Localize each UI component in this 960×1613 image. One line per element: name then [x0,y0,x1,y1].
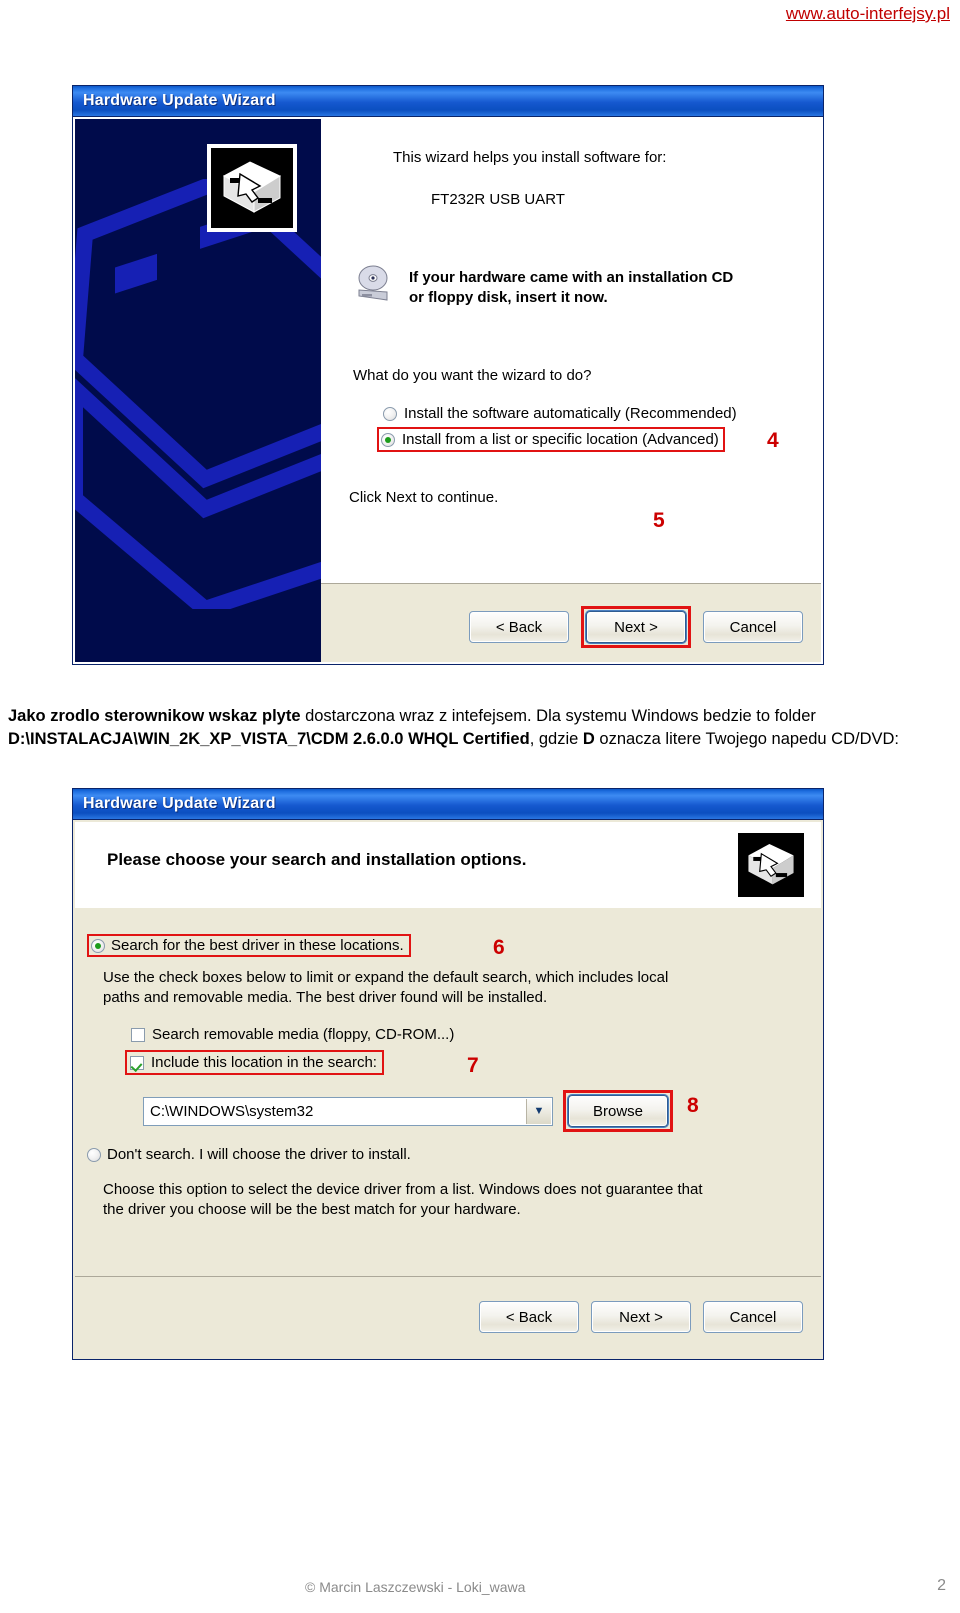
radio-install-from-list-highlight[interactable]: Install from a list or specific location… [377,427,725,452]
dialog2-button-bar: < Back Next > Cancel [75,1276,821,1357]
paragraph-text-2: , gdzie [529,729,583,748]
radio-dont-search-label: Don't search. I will choose the driver t… [107,1146,411,1163]
radio-icon-selected[interactable] [91,938,105,953]
dont-search-help-text: Choose this option to select the device … [103,1180,793,1220]
radio-dont-search[interactable]: Don't search. I will choose the driver t… [87,1146,411,1163]
wizard-watermark-panel [75,119,321,662]
radio-icon-unselected[interactable] [87,1147,101,1162]
paragraph-bold-3: D [582,729,595,748]
next-button-dialog2[interactable]: Next > [591,1301,691,1333]
checkbox-icon-checked[interactable] [130,1055,144,1070]
dialog1-title: Hardware Update Wizard [83,92,276,109]
cd-notice-row: If your hardware came with an installati… [353,264,811,309]
dialog2-main: Search for the best driver in these loca… [75,908,821,1277]
back-button-dialog1[interactable]: < Back [469,611,569,643]
callout-5: 5 [653,509,665,532]
callout-8: 8 [687,1094,699,1117]
dialog1-titlebar[interactable]: Hardware Update Wizard [73,86,823,117]
radio-icon-unselected[interactable] [383,406,397,421]
callout-6: 6 [493,936,505,959]
radio-search-best-driver-label: Search for the best driver in these loca… [111,937,404,954]
back-button-dialog2[interactable]: < Back [479,1301,579,1333]
radio-search-best-driver-highlight[interactable]: Search for the best driver in these loca… [87,934,411,957]
wizard-badge-small [735,830,807,900]
cd-notice-text: If your hardware came with an installati… [409,268,733,309]
checkbox-icon-unchecked[interactable] [131,1027,145,1042]
checkbox-include-location-highlight[interactable]: Include this location in the search: [125,1050,384,1075]
page-header: www.auto-interfejsy.pl [0,0,960,34]
paragraph-text-3: oznacza litere Twojego napedu CD/DVD: [594,729,900,748]
dialog2-titlebar[interactable]: Hardware Update Wizard [73,789,823,820]
search-help-text: Use the check boxes below to limit or ex… [103,968,763,1008]
paragraph-bold-1: Jako zrodlo sterownikow wskaz plyte [8,706,301,725]
site-watermark-link[interactable]: www.auto-interfejsy.pl [786,4,950,24]
hardware-wizard-icon [748,844,794,885]
wizard-question: What do you want the wizard to do? [353,367,592,384]
cd-drive-icon [358,265,388,301]
dialog1-body: This wizard helps you install software f… [73,117,823,664]
checkbox-search-removable-media-label: Search removable media (floppy, CD-ROM..… [152,1026,455,1043]
cancel-button-dialog1[interactable]: Cancel [703,611,803,643]
chevron-down-icon[interactable]: ▼ [526,1098,551,1124]
callout-7: 7 [467,1054,479,1077]
dont-search-help-line-2: the driver you choose will be the best m… [103,1200,521,1218]
paragraph-bold-2: D:\INSTALACJA\WIN_2K_XP_VISTA_7\CDM 2.6.… [8,729,530,748]
next-button-highlight-dialog1: Next > [581,606,691,648]
location-path-row: C:\WINDOWS\system32 ▼ Browse [143,1090,673,1132]
device-name: FT232R USB UART [431,191,565,208]
dialog2-body: Please choose your search and installati… [73,820,823,1359]
browse-button-highlight: Browse [563,1090,673,1132]
footer-copyright: © Marcin Laszczewski - Loki_wawa [305,1579,526,1595]
callout-4: 4 [767,429,779,452]
cd-notice-line-1: If your hardware came with an installati… [409,269,734,286]
radio-install-automatically[interactable]: Install the software automatically (Reco… [383,405,737,422]
dialog1-button-bar: < Back Next > Cancel [321,583,821,662]
search-help-line-2: paths and removable media. The best driv… [103,988,548,1006]
location-path-combobox[interactable]: C:\WINDOWS\system32 ▼ [143,1096,553,1126]
instruction-paragraph: Jako zrodlo sterownikow wskaz plyte dost… [8,705,938,752]
dont-search-help-line-1: Choose this option to select the device … [103,1181,703,1198]
cancel-button-dialog2[interactable]: Cancel [703,1301,803,1333]
location-path-value: C:\WINDOWS\system32 [150,1102,314,1120]
radio-icon-selected[interactable] [381,432,395,447]
click-next-text: Click Next to continue. [349,489,499,506]
page-footer: © Marcin Laszczewski - Loki_wawa 2 [0,1565,960,1613]
next-button-dialog1[interactable]: Next > [586,611,686,643]
footer-page-number: 2 [937,1577,946,1594]
paragraph-text-1: dostarczona wraz z intefejsem. Dla syste… [300,706,816,725]
radio-install-automatically-label: Install the software automatically (Reco… [404,405,737,422]
dialog2-heading: Please choose your search and installati… [107,850,527,869]
checkbox-include-location-label: Include this location in the search: [151,1054,377,1071]
cd-notice-line-2: or floppy disk, insert it now. [409,289,608,307]
wizard-badge [207,144,297,232]
wizard-watermark-art [75,179,321,609]
hardware-update-wizard-dialog-1: Hardware Update Wizard This wizard helps… [72,85,824,665]
search-help-line-1: Use the check boxes below to limit or ex… [103,969,669,986]
hardware-update-wizard-dialog-2: Hardware Update Wizard Please choose you… [72,788,824,1360]
dialog2-header: Please choose your search and installati… [75,822,821,909]
dialog2-title: Hardware Update Wizard [83,795,276,812]
radio-install-from-list-label: Install from a list or specific location… [402,431,719,448]
wizard-intro-text: This wizard helps you install software f… [393,149,667,166]
checkbox-search-removable-media[interactable]: Search removable media (floppy, CD-ROM..… [131,1026,454,1043]
hardware-wizard-icon [222,161,282,213]
browse-button[interactable]: Browse [568,1095,668,1127]
